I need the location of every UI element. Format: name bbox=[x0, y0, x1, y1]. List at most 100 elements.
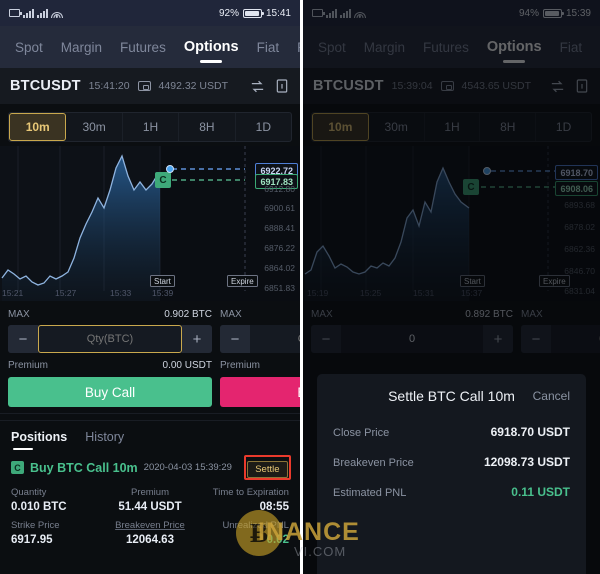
nav-item-p2p[interactable]: P2P bbox=[288, 26, 300, 68]
buy-put-button[interactable]: Buy Put bbox=[220, 377, 300, 407]
top-nav-left: Spot Margin Futures Options Fiat P2P bbox=[0, 26, 300, 68]
section-divider bbox=[0, 413, 300, 421]
call-max-label: MAX bbox=[8, 309, 30, 320]
value-unrealized-pnl: 0.02 bbox=[266, 534, 289, 546]
right-phone-panel: 94% 15:39 Spot Margin Futures Options Fi… bbox=[300, 0, 600, 574]
interval-tabs-left: 10m 30m 1H 8H 1D bbox=[8, 112, 292, 142]
call-premium-label: Premium bbox=[8, 360, 49, 371]
positions-tabs: Positions History bbox=[0, 421, 300, 451]
put-decrement-button[interactable]: − bbox=[220, 325, 250, 353]
tab-history[interactable]: History bbox=[85, 430, 124, 451]
settle-row-estimated-pnl: Estimated PNL 0.11 USDT bbox=[333, 485, 570, 499]
call-order-column: MAX 0.902 BTC − + Premium 0.00 USDT Buy … bbox=[8, 309, 212, 407]
label-premium: Premium bbox=[130, 487, 169, 498]
interval-tab-1h[interactable]: 1H bbox=[123, 113, 180, 141]
value-premium: 51.44 USDT bbox=[118, 501, 182, 513]
position-header-row: C Buy BTC Call 10m 2020-04-03 15:39:29 S… bbox=[0, 451, 300, 480]
value-quantity: 0.010 BTC bbox=[11, 501, 67, 513]
position-title: Buy BTC Call 10m bbox=[30, 460, 138, 475]
status-bar-right-info: 92% 15:41 bbox=[219, 8, 291, 19]
value-strike-price: 6917.95 bbox=[11, 534, 53, 546]
settle-label-close-price: Close Price bbox=[333, 427, 390, 439]
put-premium-label: Premium bbox=[220, 360, 261, 371]
call-max-value: 0.902 BTC bbox=[164, 309, 212, 320]
settle-value-close-price: 6918.70 USDT bbox=[490, 425, 570, 439]
call-premium-value: 0.00 USDT bbox=[162, 360, 212, 371]
call-max-row: MAX 0.902 BTC bbox=[8, 309, 212, 320]
label-strike-price: Strike Price bbox=[11, 520, 60, 531]
start-tag: Start bbox=[150, 275, 175, 287]
put-order-column: MAX 8.931 BTC − + Premium 0.00 USDT Buy … bbox=[220, 309, 300, 407]
settle-cancel-button[interactable]: Cancel bbox=[533, 389, 570, 403]
y-tick-4: 6864.02 bbox=[264, 263, 295, 273]
wallet-balance-label: 4492.32 USDT bbox=[158, 80, 229, 92]
label-breakeven-price: Breakeven Price bbox=[115, 520, 185, 531]
interval-tab-8h[interactable]: 8H bbox=[179, 113, 236, 141]
y-tick-3: 6876.22 bbox=[264, 243, 295, 253]
nav-item-futures[interactable]: Futures bbox=[111, 26, 175, 68]
symbol-pair-label: BTCUSDT bbox=[10, 78, 81, 94]
call-decrement-button[interactable]: − bbox=[8, 325, 38, 353]
put-qty-input[interactable] bbox=[250, 325, 300, 353]
status-bar-left-icons bbox=[9, 8, 63, 18]
interval-tab-1d[interactable]: 1D bbox=[236, 113, 291, 141]
label-quantity: Quantity bbox=[11, 487, 47, 498]
buy-call-button[interactable]: Buy Call bbox=[8, 377, 212, 407]
position-details-grid: Quantity Premium Time to Expiration 0.01… bbox=[0, 480, 300, 553]
battery-icon bbox=[242, 8, 264, 18]
settle-value-breakeven-price: 12098.73 USDT bbox=[483, 455, 570, 469]
label-time-to-expiration: Time to Expiration bbox=[212, 487, 289, 498]
sim-card-icon bbox=[9, 9, 22, 17]
settle-button[interactable]: Settle bbox=[247, 460, 288, 478]
y-tick-1: 6900.61 bbox=[264, 203, 295, 213]
settle-modal-title: Settle BTC Call 10m bbox=[388, 388, 515, 404]
nav-item-spot[interactable]: Spot bbox=[6, 26, 52, 68]
clock-label: 15:41 bbox=[265, 7, 291, 19]
nav-item-options[interactable]: Options bbox=[175, 26, 248, 68]
price-chart-left[interactable]: C 6922.72 6917.83 6912.80 6900.61 6888.4… bbox=[0, 146, 300, 301]
info-document-icon[interactable] bbox=[274, 78, 290, 94]
put-qty-stepper: − + bbox=[220, 325, 300, 353]
battery-percent-label: 92% bbox=[218, 7, 239, 19]
left-phone-panel: 92% 15:41 Spot Margin Futures Options Fi… bbox=[0, 0, 300, 574]
call-strike-marker: C bbox=[155, 172, 171, 188]
position-date: 2020-04-03 15:39:29 bbox=[143, 462, 232, 473]
expire-tag: Expire bbox=[227, 275, 258, 287]
settle-modal-header: Settle BTC Call 10m Cancel bbox=[333, 388, 570, 404]
settle-label-estimated-pnl: Estimated PNL bbox=[333, 487, 407, 499]
call-qty-stepper: − + bbox=[8, 325, 212, 353]
signal-bars-secondary-icon bbox=[37, 8, 48, 18]
y-tick-2: 6888.41 bbox=[264, 223, 295, 233]
signal-bars-icon bbox=[23, 8, 34, 18]
symbol-row-left: BTCUSDT 15:41:20 4492.32 USDT bbox=[0, 68, 300, 104]
settle-button-highlight: Settle bbox=[243, 455, 291, 480]
current-price-dot bbox=[166, 165, 174, 173]
x-tick-0: 15:21 bbox=[2, 288, 24, 298]
transfer-icon[interactable] bbox=[249, 78, 266, 95]
x-tick-2: 15:33 bbox=[110, 288, 132, 298]
interval-tab-10m[interactable]: 10m bbox=[9, 113, 67, 141]
call-premium-row: Premium 0.00 USDT bbox=[8, 360, 212, 371]
status-bar-left: 92% 15:41 bbox=[0, 0, 300, 26]
settle-value-estimated-pnl: 0.11 USDT bbox=[511, 485, 570, 499]
x-tick-1: 15:27 bbox=[55, 288, 77, 298]
settle-modal: Settle BTC Call 10m Cancel Close Price 6… bbox=[317, 374, 586, 574]
wifi-icon bbox=[51, 9, 63, 18]
order-controls-left: MAX 0.902 BTC − + Premium 0.00 USDT Buy … bbox=[0, 301, 300, 413]
nav-item-margin[interactable]: Margin bbox=[52, 26, 111, 68]
nav-item-fiat[interactable]: Fiat bbox=[248, 26, 289, 68]
position-call-badge: C bbox=[11, 461, 24, 474]
tab-positions[interactable]: Positions bbox=[11, 430, 67, 451]
put-premium-row: Premium 0.00 USDT bbox=[220, 360, 300, 371]
chart-x-axis-labels-left: 15:21 15:27 15:33 15:39 bbox=[0, 288, 300, 300]
wallet-icon bbox=[137, 81, 151, 91]
value-time-to-expiration: 08:55 bbox=[259, 501, 289, 513]
put-max-row: MAX 8.931 BTC bbox=[220, 309, 300, 320]
interval-tab-30m[interactable]: 30m bbox=[66, 113, 123, 141]
settle-row-breakeven-price: Breakeven Price 12098.73 USDT bbox=[333, 455, 570, 469]
value-breakeven-price: 12064.63 bbox=[126, 534, 174, 546]
call-increment-button[interactable]: + bbox=[182, 325, 212, 353]
settle-row-close-price: Close Price 6918.70 USDT bbox=[333, 425, 570, 439]
call-qty-input[interactable] bbox=[38, 325, 182, 353]
symbol-time-label: 15:41:20 bbox=[88, 80, 130, 92]
